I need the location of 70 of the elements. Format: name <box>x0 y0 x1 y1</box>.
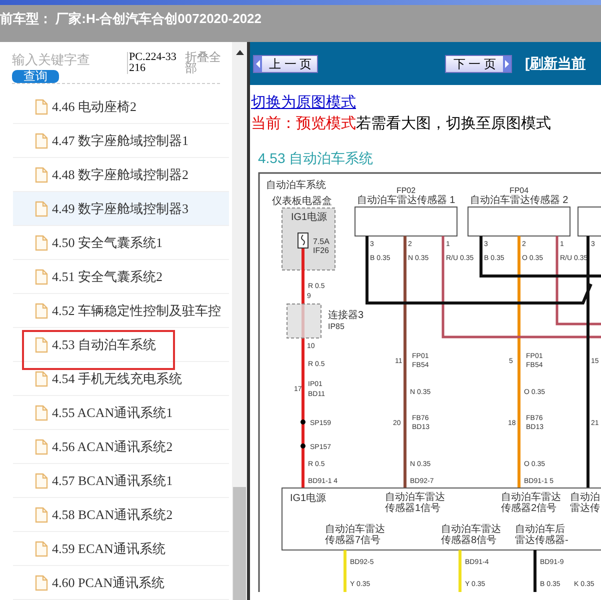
tree-item[interactable]: 4.59 ECAN通讯系统 <box>13 532 229 566</box>
document-icon <box>35 574 48 590</box>
tree-item[interactable]: 4.52 车辆稳定性控制及驻车控 <box>13 294 229 328</box>
sensor-code: FP02 <box>396 186 416 195</box>
tree-item[interactable]: 4.49 数字座舱域控制器3 <box>13 192 229 226</box>
document-icon <box>35 98 48 114</box>
tree-item[interactable]: 4.55 ACAN通讯系统1 <box>13 396 229 430</box>
mode-hint: 若需看大图，切换至原图模式 <box>356 116 551 132</box>
scrollbar-thumb[interactable] <box>233 487 246 600</box>
fuse-box-label: 仪表板电器盒 <box>272 196 332 207</box>
scrollbar[interactable] <box>232 42 247 600</box>
document-icon <box>35 506 48 522</box>
connector-label: 连接器3 <box>328 310 364 321</box>
module-input-label: 自动泊车雷达 传感器7信号 <box>325 524 385 546</box>
sensor-box <box>578 206 601 236</box>
module-power-label: IG1电源 <box>290 493 326 504</box>
vehicle-model-title: 前车型： 厂家:H-合创汽车合创0072020-2022 <box>0 10 262 28</box>
document-icon <box>35 438 48 454</box>
sensor-code: FP04 <box>509 186 529 195</box>
tree-item[interactable]: 4.53 自动泊车系统 <box>13 328 229 362</box>
sensor-name: 自动泊车雷达传感器 2 <box>470 195 568 206</box>
document-icon <box>35 540 48 556</box>
document-icon <box>35 268 48 284</box>
module-input-label: 自动泊 雷达传 <box>570 492 600 514</box>
splice-dot <box>300 444 306 448</box>
module-input-label: 自动泊车雷达 传感器2信号 <box>501 492 561 514</box>
document-icon <box>35 132 48 148</box>
module-input-label: 自动泊车后 雷达传感器- <box>515 524 568 546</box>
splice-dot <box>300 420 306 424</box>
current-mode-label: 当前：预览模式 <box>251 116 356 132</box>
signal-wire <box>458 550 462 592</box>
signal-wire <box>344 550 346 592</box>
document-icon <box>35 472 48 488</box>
document-icon <box>35 302 48 318</box>
document-icon <box>35 166 48 182</box>
tree-item[interactable]: 4.50 安全气囊系统1 <box>13 226 229 260</box>
fuse-rating: 7.5A <box>313 237 330 246</box>
fuse-icon <box>298 232 308 248</box>
tree-item[interactable]: 4.47 数字座舱域控制器1 <box>13 124 229 158</box>
scroll-up-icon[interactable] <box>236 50 244 55</box>
module-input-label: 自动泊车雷达 传感器1信号 <box>385 492 445 514</box>
original-mode-link[interactable]: 切换为原图模式 <box>251 95 356 111</box>
tree-item[interactable]: 4.60 PCAN通讯系统 <box>13 566 229 600</box>
tree-item[interactable]: 4.46 电动座椅2 <box>13 90 229 124</box>
tree-item[interactable]: 4.51 安全气囊系统2 <box>13 260 229 294</box>
fuse-box <box>282 208 336 270</box>
fuse-id: IF26 <box>313 246 330 255</box>
document-icon <box>35 336 48 352</box>
diagram-title: 自动泊车系统 <box>266 180 326 191</box>
search-field[interactable]: 输入关键字查 <box>12 52 112 68</box>
refresh-link[interactable]: [刷新当前 <box>525 53 586 74</box>
tree-item[interactable]: 4.58 BCAN通讯系统2 <box>13 498 229 532</box>
connector-code: IP85 <box>328 322 344 331</box>
module-input-label: 自动泊车雷达 传感器8信号 <box>441 524 501 546</box>
section-heading: 4.53 自动泊车系统 <box>258 149 374 167</box>
document-icon <box>35 370 48 386</box>
sensor-name: 自动泊车雷达传感器 1 <box>356 195 456 206</box>
ground-wire <box>534 550 536 592</box>
tree-item[interactable]: 4.54 手机无线充电系统 <box>13 362 229 396</box>
code-label: PC.224-33216 <box>127 52 179 74</box>
power-source-label: IG1电源 <box>291 212 328 223</box>
connector-block <box>286 304 322 338</box>
document-icon <box>35 200 48 216</box>
document-icon <box>35 234 48 250</box>
search-button[interactable]: 查询 <box>12 70 59 83</box>
previous-page-button[interactable]: 上 一 页 <box>253 54 318 72</box>
document-icon <box>35 404 48 420</box>
tree-item[interactable]: 4.56 ACAN通讯系统2 <box>13 430 229 464</box>
tree-item[interactable]: 4.57 BCAN通讯系统1 <box>13 464 229 498</box>
next-page-button[interactable]: 下 一 页 <box>445 54 512 72</box>
